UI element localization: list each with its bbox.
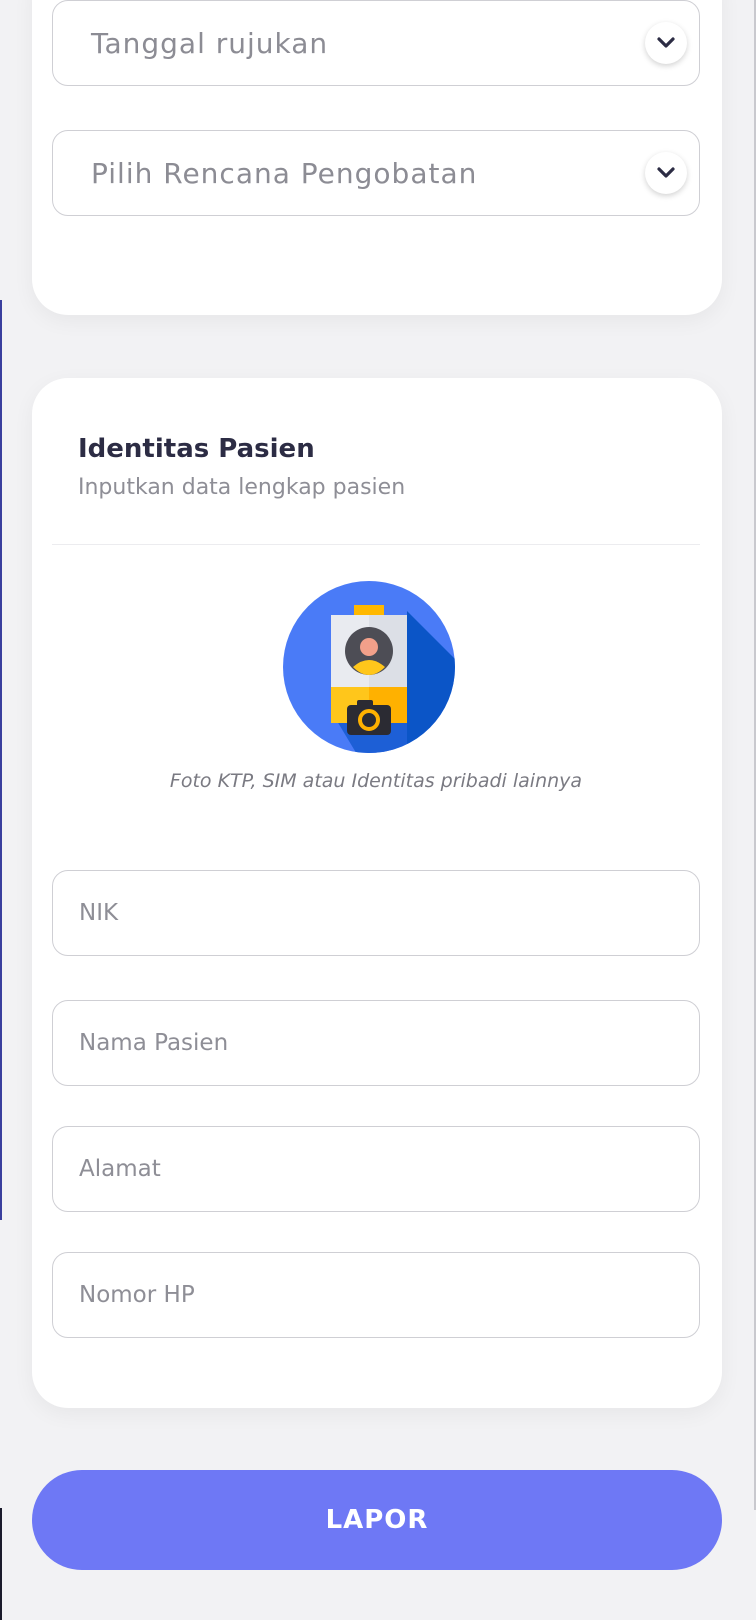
nik-field[interactable] [52, 870, 700, 956]
patient-name-field[interactable] [52, 1000, 700, 1086]
treatment-plan-select[interactable]: Pilih Rencana Pengobatan [52, 130, 700, 216]
photo-upload-button[interactable] [283, 581, 455, 753]
section-subtitle: Inputkan data lengkap pasien [78, 475, 406, 500]
background-edge-left [0, 300, 2, 1220]
phone-input[interactable] [53, 1253, 699, 1337]
phone-field[interactable] [52, 1252, 700, 1338]
photo-caption: Foto KTP, SIM atau Identitas pribadi lai… [169, 770, 583, 792]
id-card-camera-icon [283, 581, 455, 753]
address-field[interactable] [52, 1126, 700, 1212]
referral-date-placeholder: Tanggal rujukan [91, 26, 329, 60]
referral-date-select[interactable]: Tanggal rujukan [52, 0, 700, 86]
chevron-down-icon[interactable] [645, 152, 687, 194]
chevron-down-icon[interactable] [645, 22, 687, 64]
background-edge-bottom-left [0, 1508, 2, 1620]
section-title: Identitas Pasien [78, 434, 315, 464]
treatment-plan-placeholder: Pilih Rencana Pengobatan [91, 156, 478, 190]
lapor-button[interactable]: LAPOR [32, 1470, 722, 1570]
divider [52, 544, 700, 545]
nik-input[interactable] [53, 871, 699, 955]
patient-name-input[interactable] [53, 1001, 699, 1085]
address-input[interactable] [53, 1127, 699, 1211]
